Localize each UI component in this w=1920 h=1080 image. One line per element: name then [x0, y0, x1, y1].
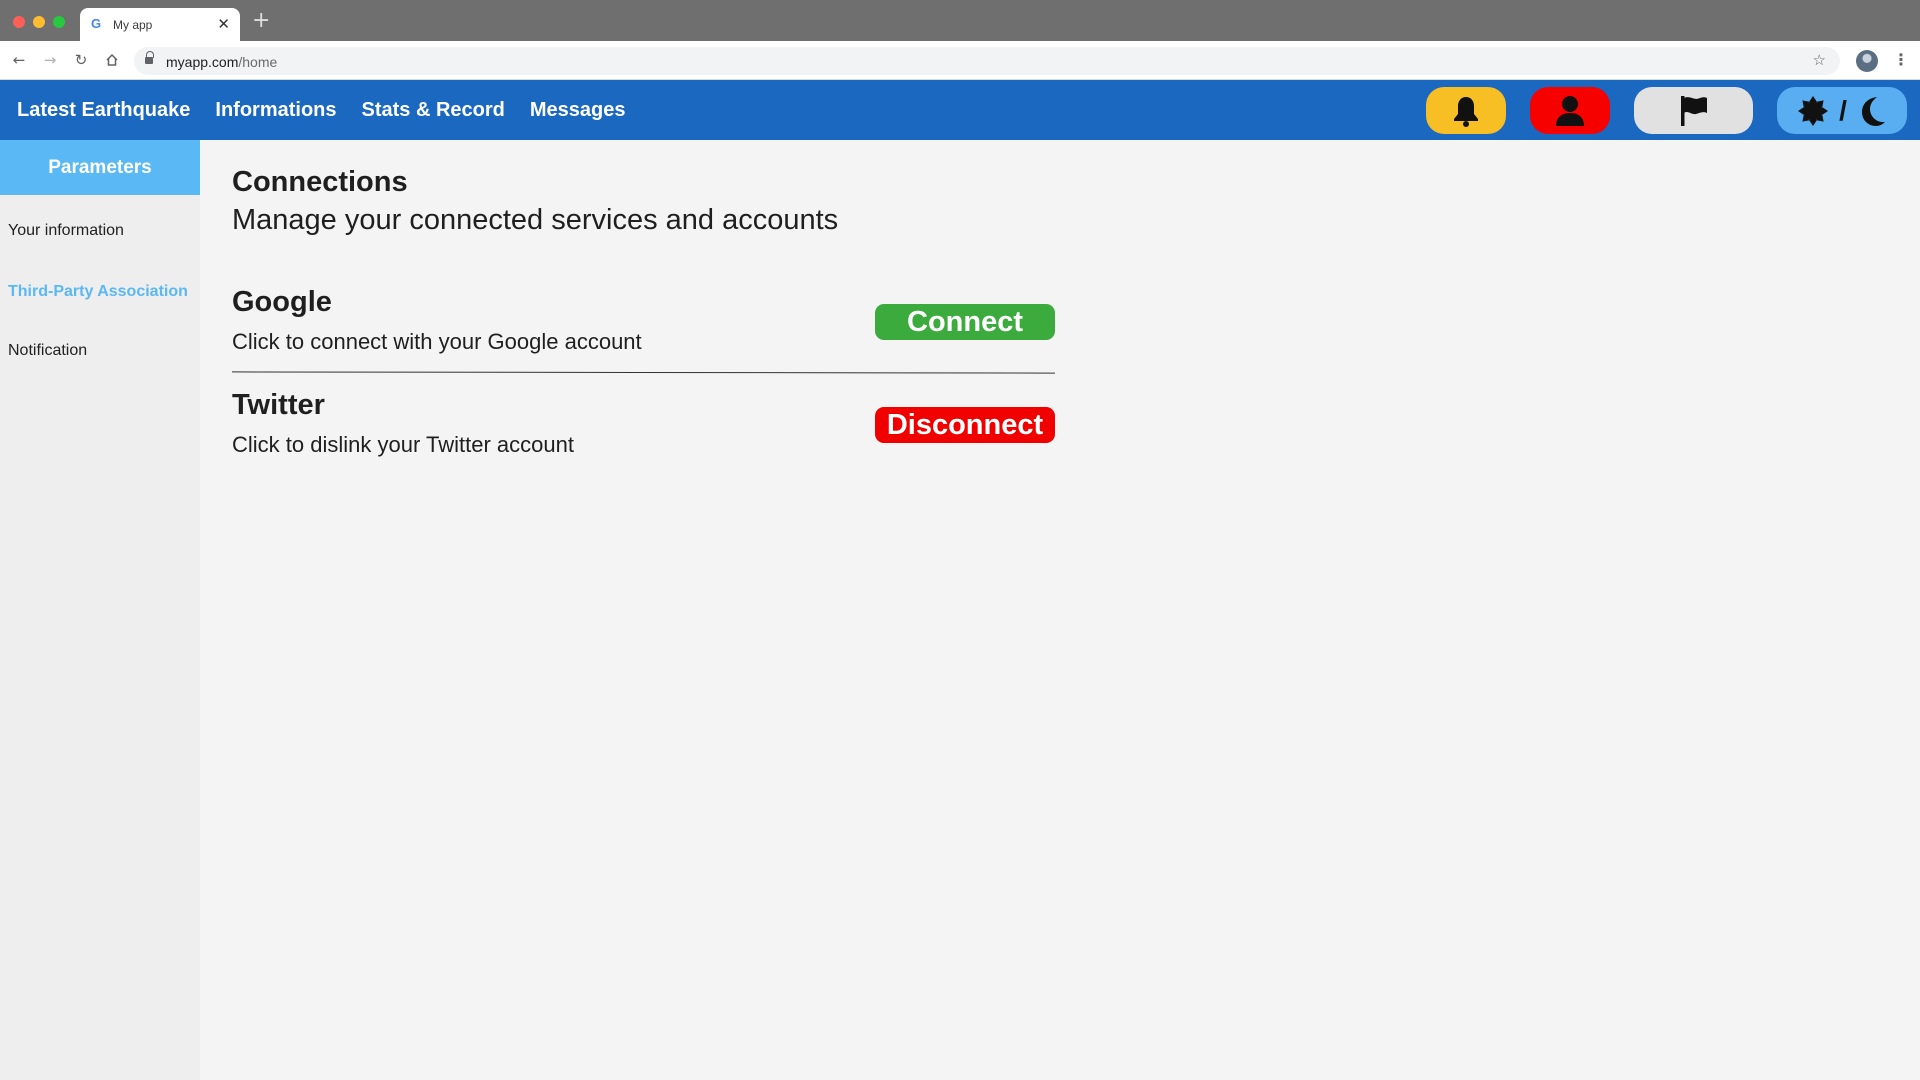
window-minimize-dot[interactable]: [33, 16, 45, 28]
window-close-dot[interactable]: [13, 16, 25, 28]
forward-arrow-icon[interactable]: →: [40, 50, 60, 70]
nav-informations[interactable]: Informations: [215, 99, 336, 122]
report-button[interactable]: [1634, 87, 1753, 134]
google-connect-button[interactable]: Connect: [875, 304, 1055, 340]
profile-avatar[interactable]: [1856, 50, 1878, 72]
settings-sidebar: Parameters Your information Third-Party …: [0, 140, 200, 1080]
page-subtitle: Manage your connected services and accou…: [232, 204, 839, 236]
google-service-name: Google: [232, 286, 332, 318]
notifications-button[interactable]: [1426, 87, 1506, 134]
google-service-description: Click to connect with your Google accoun…: [232, 329, 642, 354]
back-arrow-icon[interactable]: ←: [9, 50, 29, 70]
theme-separator: /: [1839, 94, 1847, 126]
browser-toolbar: ← → ↻ myapp.com/home ☆ ⋮: [0, 41, 1920, 80]
main-nav: Latest Earthquake Informations Stats & R…: [17, 80, 626, 140]
new-tab-button[interactable]: +: [252, 10, 270, 32]
home-icon[interactable]: [102, 50, 122, 70]
window-maximize-dot[interactable]: [53, 16, 65, 28]
service-divider: [231, 371, 1056, 374]
theme-toggle-button[interactable]: /: [1777, 87, 1907, 134]
sun-icon: [1798, 95, 1829, 126]
user-icon: [1556, 95, 1584, 126]
tab-close-icon[interactable]: ✕: [217, 15, 230, 33]
url-text: myapp.com/home: [166, 54, 278, 70]
nav-messages[interactable]: Messages: [530, 99, 626, 122]
bell-icon: [1454, 96, 1478, 127]
twitter-service-description: Click to dislink your Twitter account: [232, 432, 574, 457]
lock-icon: [145, 51, 154, 65]
moon-icon: [1861, 96, 1885, 126]
bookmark-star-icon[interactable]: ☆: [1813, 51, 1826, 69]
profile-button[interactable]: [1530, 87, 1610, 134]
nav-stats-record[interactable]: Stats & Record: [362, 99, 505, 122]
twitter-service-name: Twitter: [232, 389, 325, 421]
browser-menu-icon[interactable]: ⋮: [1893, 50, 1909, 70]
twitter-disconnect-button[interactable]: Disconnect: [875, 407, 1055, 443]
sidebar-title: Parameters: [0, 140, 200, 195]
browser-tab[interactable]: G My app ✕: [80, 8, 240, 41]
sidebar-item-third-party-association[interactable]: Third-Party Association: [8, 283, 188, 301]
google-favicon-icon: G: [91, 16, 102, 31]
flag-icon: [1680, 95, 1707, 126]
reload-icon[interactable]: ↻: [71, 50, 91, 70]
nav-latest-earthquake[interactable]: Latest Earthquake: [17, 99, 190, 122]
url-bar[interactable]: myapp.com/home ☆: [134, 47, 1840, 75]
page-title: Connections: [232, 166, 408, 198]
sidebar-item-your-information[interactable]: Your information: [8, 222, 124, 240]
main-content: Connections Manage your connected servic…: [200, 140, 1920, 1080]
tab-title: My app: [113, 18, 153, 32]
sidebar-item-notification[interactable]: Notification: [8, 342, 87, 360]
app-header: Latest Earthquake Informations Stats & R…: [0, 80, 1920, 140]
browser-titlebar: G My app ✕ +: [0, 0, 1920, 41]
